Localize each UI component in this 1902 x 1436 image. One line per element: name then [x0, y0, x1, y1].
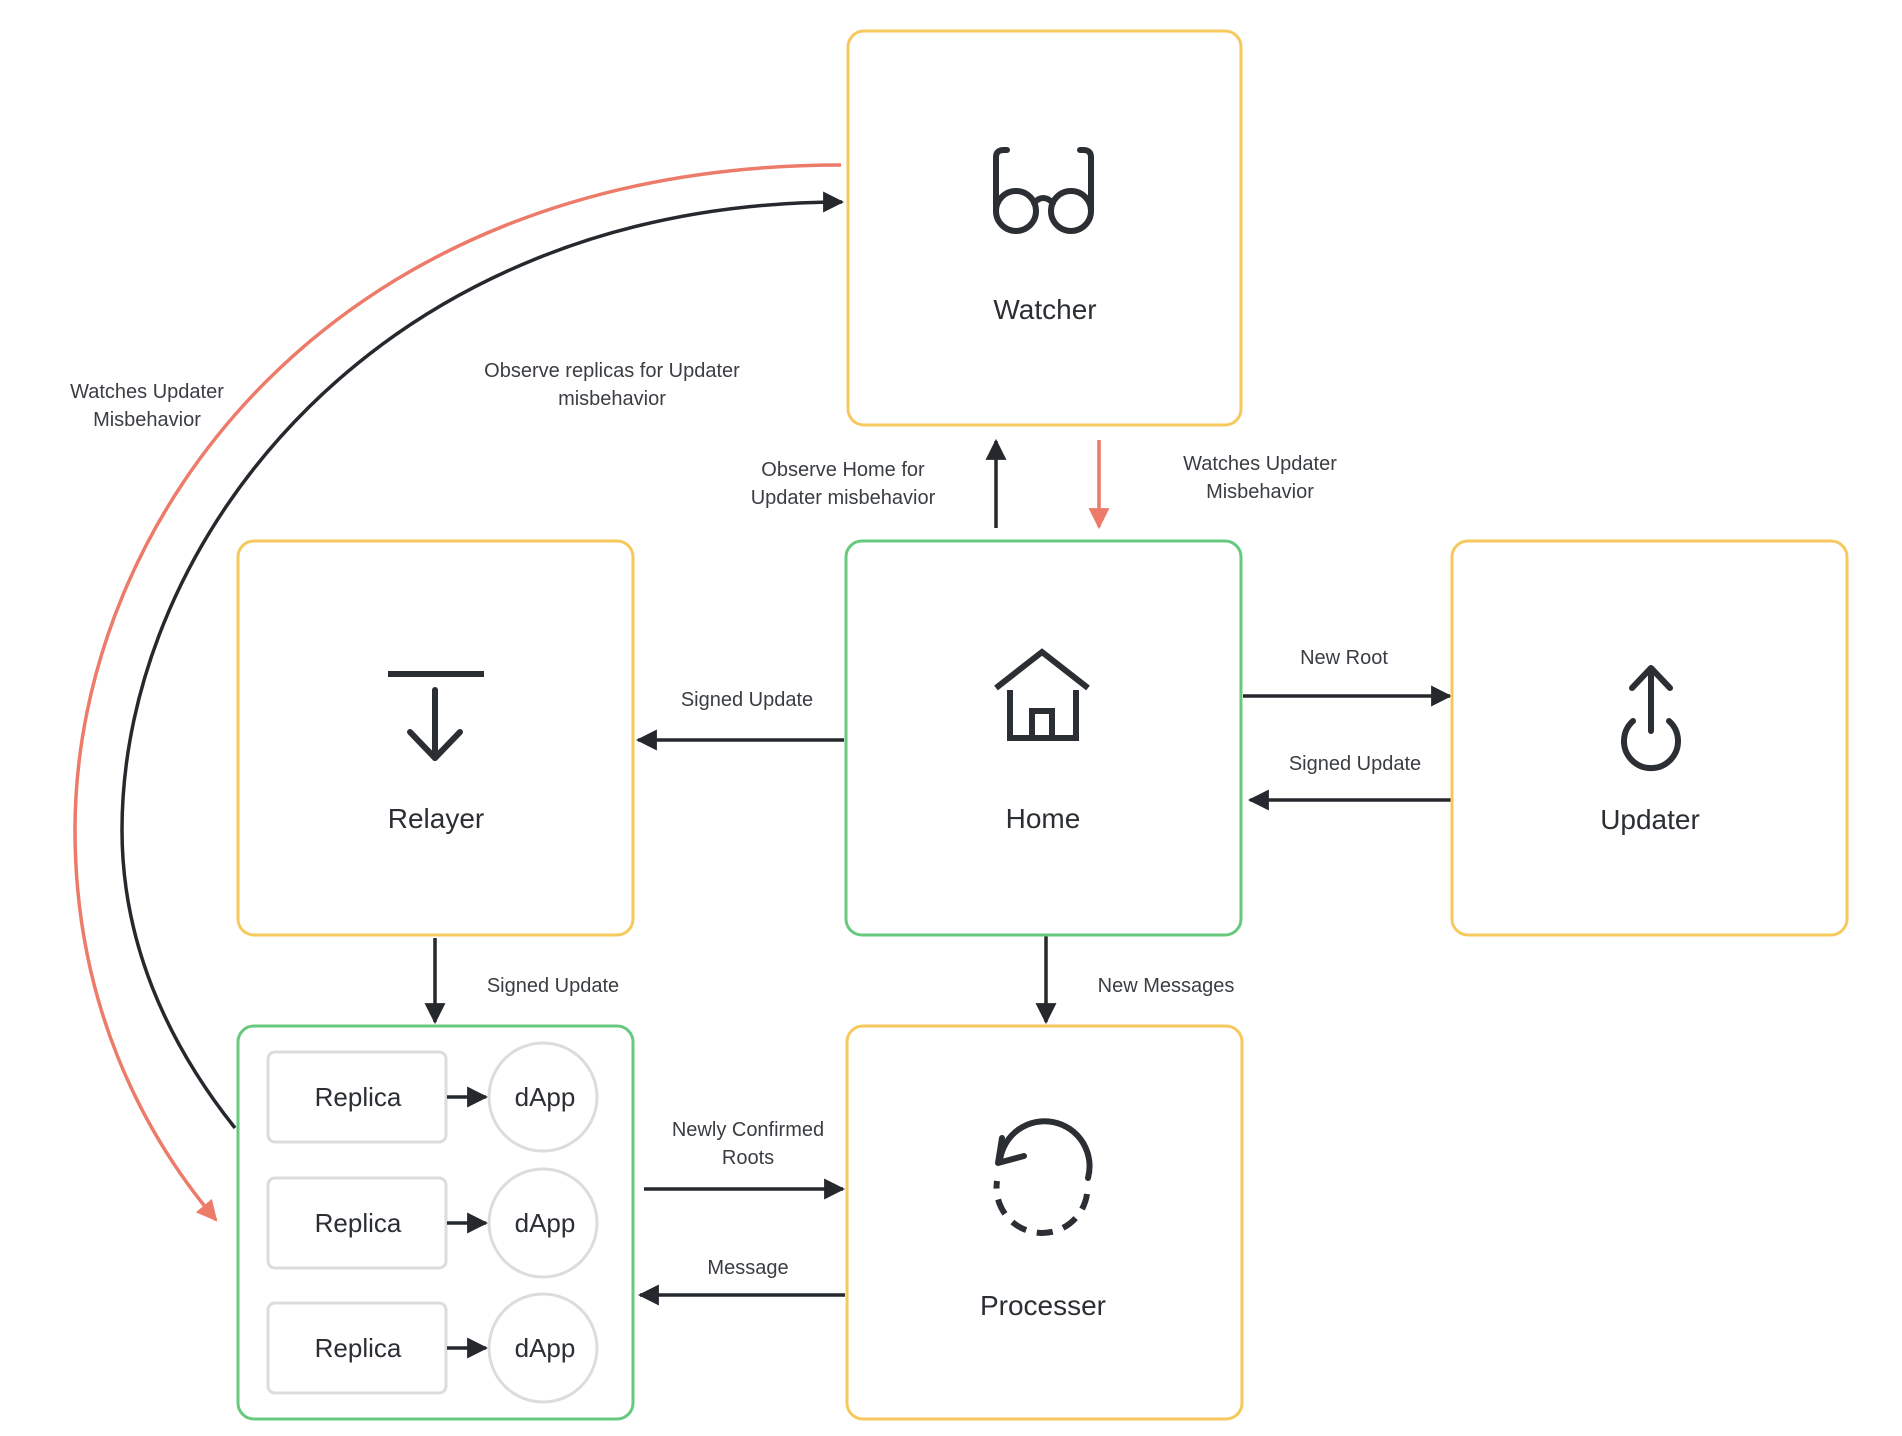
label-line: Updater misbehavior	[751, 487, 936, 509]
label-signed-update-replicas: Signed Update	[487, 975, 619, 997]
node-replicas[interactable]: Replica dApp Replica dApp Replica dApp	[236, 1024, 635, 1421]
replica-label: Replica	[315, 1082, 402, 1112]
processer-label: Processer	[980, 1290, 1106, 1321]
replica-label: Replica	[315, 1208, 402, 1238]
label-new-messages: New Messages	[1098, 975, 1235, 997]
replica-row: Replica dApp	[266, 1167, 599, 1279]
label-signed-update-updater: Signed Update	[1289, 753, 1421, 775]
watcher-label: Watcher	[993, 294, 1096, 325]
label-line: Watches Updater	[70, 381, 224, 403]
label-line: Misbehavior	[1206, 481, 1314, 503]
label-line: Watches Updater	[1183, 453, 1337, 475]
label-observe-home: Observe Home for Updater misbehavior	[751, 459, 936, 509]
label-newly-confirmed-roots: Newly Confirmed Roots	[672, 1119, 824, 1169]
label-line: Observe Home for	[761, 459, 925, 481]
node-home[interactable]: Home	[844, 539, 1243, 937]
label-observe-replicas: Observe replicas for Updater misbehavior	[484, 360, 740, 410]
label-line: Newly Confirmed	[672, 1119, 824, 1141]
label-line: misbehavior	[558, 388, 666, 410]
replica-row: Replica dApp	[266, 1292, 599, 1404]
node-processer[interactable]: Processer	[845, 1024, 1244, 1421]
updater-label: Updater	[1600, 804, 1700, 835]
label-message: Message	[707, 1257, 788, 1279]
node-updater[interactable]: Updater	[1450, 539, 1849, 937]
replica-row: Replica dApp	[266, 1041, 599, 1153]
replica-label: Replica	[315, 1333, 402, 1363]
processer-box	[845, 1024, 1244, 1421]
updater-box	[1450, 539, 1849, 937]
dapp-label: dApp	[515, 1208, 576, 1238]
label-line: Roots	[722, 1147, 774, 1169]
label-new-root: New Root	[1300, 647, 1388, 669]
node-watcher[interactable]: Watcher	[846, 29, 1243, 427]
label-line: Observe replicas for Updater	[484, 360, 740, 382]
label-watches-updater-misbehavior-right: Watches Updater Misbehavior	[1183, 453, 1337, 503]
architecture-diagram: Watches Updater Misbehavior Observe repl…	[70, 29, 1849, 1421]
label-line: Misbehavior	[93, 409, 201, 431]
node-relayer[interactable]: Relayer	[236, 539, 635, 937]
home-label: Home	[1006, 803, 1081, 834]
label-watches-updater-misbehavior-left: Watches Updater Misbehavior	[70, 381, 224, 431]
label-signed-update-relayer: Signed Update	[681, 689, 813, 711]
relayer-label: Relayer	[388, 803, 484, 834]
watcher-box	[846, 29, 1243, 427]
dapp-label: dApp	[515, 1082, 576, 1112]
dapp-label: dApp	[515, 1333, 576, 1363]
